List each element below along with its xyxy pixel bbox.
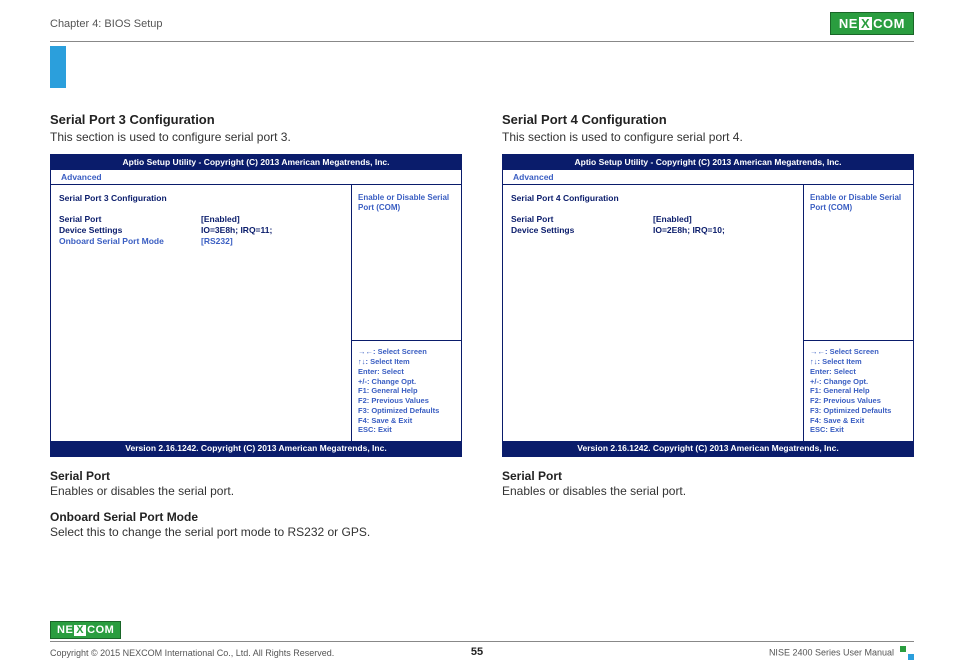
right-column: Serial Port 4 Configuration This section…	[502, 112, 914, 539]
bios-help-text: Enable or Disable Serial Port (COM)	[352, 185, 461, 340]
bios-tab-row: Advanced	[51, 170, 461, 185]
accent-bar	[50, 46, 66, 88]
content-columns: Serial Port 3 Configuration This section…	[0, 42, 954, 539]
bios-tab-advanced: Advanced	[57, 171, 106, 184]
left-desc: This section is used to configure serial…	[50, 130, 462, 144]
bios-key-line: →←: Select Screen	[810, 347, 907, 357]
bios-titlebar: Aptio Setup Utility - Copyright (C) 2013…	[503, 155, 913, 170]
bios-main: Serial Port 3 Configuration Serial Port[…	[51, 185, 351, 441]
bios-row: Device SettingsIO=3E8h; IRQ=11;	[59, 225, 343, 236]
bios-row: Serial Port[Enabled]	[511, 214, 795, 225]
bios-key-line: +/-: Change Opt.	[358, 377, 455, 387]
bios-key-line: ESC: Exit	[358, 425, 455, 435]
bios-row: Serial Port[Enabled]	[59, 214, 343, 225]
item-heading: Onboard Serial Port Mode	[50, 510, 462, 524]
bios-key-line: F2: Previous Values	[810, 396, 907, 406]
bios-heading: Serial Port 3 Configuration	[59, 193, 343, 204]
bios-key-line: ESC: Exit	[810, 425, 907, 435]
bios-key-line: F1: General Help	[358, 386, 455, 396]
bios-footer: Version 2.16.1242. Copyright (C) 2013 Am…	[503, 441, 913, 456]
left-title: Serial Port 3 Configuration	[50, 112, 462, 127]
bios-main: Serial Port 4 Configuration Serial Port[…	[503, 185, 803, 441]
bios-sidebar: Enable or Disable Serial Port (COM) →←: …	[803, 185, 913, 441]
bios-key-line: F4: Save & Exit	[358, 416, 455, 426]
left-column: Serial Port 3 Configuration This section…	[50, 112, 462, 539]
right-title: Serial Port 4 Configuration	[502, 112, 914, 127]
right-desc: This section is used to configure serial…	[502, 130, 914, 144]
bios-key-line: F3: Optimized Defaults	[358, 406, 455, 416]
item-heading: Serial Port	[502, 469, 914, 483]
bios-heading: Serial Port 4 Configuration	[511, 193, 795, 204]
copyright-text: Copyright © 2015 NEXCOM International Co…	[50, 648, 334, 658]
bios-tab-advanced: Advanced	[509, 171, 558, 184]
bios-row-value: [RS232]	[201, 236, 343, 247]
bios-row-value: IO=3E8h; IRQ=11;	[201, 225, 343, 236]
bios-key-line: ↑↓: Select Item	[810, 357, 907, 367]
chapter-label: Chapter 4: BIOS Setup	[50, 18, 163, 30]
bios-key-line: F3: Optimized Defaults	[810, 406, 907, 416]
bios-key-legend: →←: Select Screen↑↓: Select ItemEnter: S…	[804, 340, 913, 441]
page-number: 55	[471, 646, 483, 658]
bios-row-value: IO=2E8h; IRQ=10;	[653, 225, 795, 236]
logo-badge: NEXCOM	[830, 12, 914, 35]
bios-row-label: Serial Port	[59, 214, 201, 225]
bios-row: Onboard Serial Port Mode[RS232]	[59, 236, 343, 247]
page-header: Chapter 4: BIOS Setup NEXCOM	[0, 0, 954, 41]
item-text: Enables or disables the serial port.	[50, 484, 462, 498]
bios-row-label: Onboard Serial Port Mode	[59, 236, 201, 247]
item-heading: Serial Port	[50, 469, 462, 483]
bios-key-line: Enter: Select	[358, 367, 455, 377]
bios-footer: Version 2.16.1242. Copyright (C) 2013 Am…	[51, 441, 461, 456]
bios-key-legend: →←: Select Screen↑↓: Select ItemEnter: S…	[352, 340, 461, 441]
bios-row-value: [Enabled]	[653, 214, 795, 225]
bios-screenshot-right: Aptio Setup Utility - Copyright (C) 2013…	[502, 154, 914, 457]
bios-key-line: ↑↓: Select Item	[358, 357, 455, 367]
logo-footer: NEXCOM	[50, 621, 121, 639]
bios-key-line: +/-: Change Opt.	[810, 377, 907, 387]
item-text: Enables or disables the serial port.	[502, 484, 914, 498]
bios-titlebar: Aptio Setup Utility - Copyright (C) 2013…	[51, 155, 461, 170]
footer-deco-icon	[900, 646, 914, 660]
bios-key-line: →←: Select Screen	[358, 347, 455, 357]
bios-row-label: Device Settings	[59, 225, 201, 236]
bios-sidebar: Enable or Disable Serial Port (COM) →←: …	[351, 185, 461, 441]
bios-help-text: Enable or Disable Serial Port (COM)	[804, 185, 913, 340]
bios-tab-row: Advanced	[503, 170, 913, 185]
bios-key-line: Enter: Select	[810, 367, 907, 377]
bios-key-line: F4: Save & Exit	[810, 416, 907, 426]
bios-row-label: Serial Port	[511, 214, 653, 225]
bios-row-value: [Enabled]	[201, 214, 343, 225]
footer-rule	[50, 641, 914, 642]
bios-row-label: Device Settings	[511, 225, 653, 236]
manual-name: NISE 2400 Series User Manual	[769, 646, 914, 660]
bios-screenshot-left: Aptio Setup Utility - Copyright (C) 2013…	[50, 154, 462, 457]
bios-key-line: F1: General Help	[810, 386, 907, 396]
bios-row: Device SettingsIO=2E8h; IRQ=10;	[511, 225, 795, 236]
logo-top: NEXCOM	[830, 12, 914, 35]
bios-key-line: F2: Previous Values	[358, 396, 455, 406]
item-text: Select this to change the serial port mo…	[50, 525, 462, 539]
